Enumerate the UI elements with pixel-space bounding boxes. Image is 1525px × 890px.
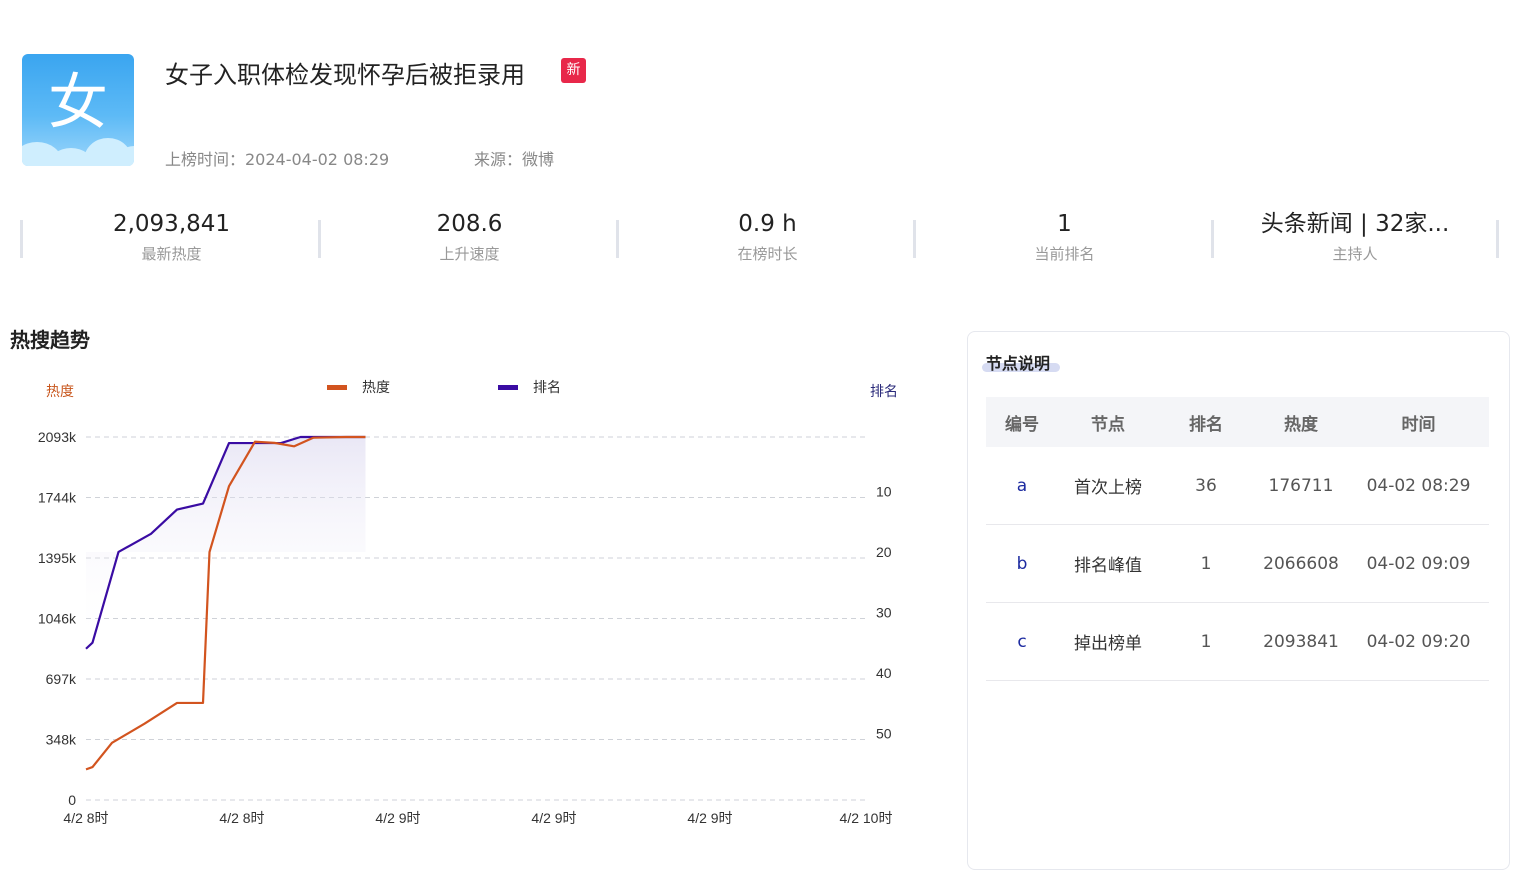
stat-label: 最新热度 [141, 245, 202, 263]
stat-current-rank: 1 当前排名 [916, 205, 1213, 265]
x-tick-label: 4/2 9时 [687, 810, 732, 826]
y-left-tick-label: 0 [68, 792, 76, 808]
stat-value: 208.6 [436, 211, 503, 237]
node-name: 排名峰值 [1074, 556, 1142, 576]
topic-icon: 女 [22, 54, 134, 166]
x-tick-label: 4/2 8时 [219, 810, 264, 826]
stat-host: 头条新闻 | 32家... 主持人 [1214, 205, 1496, 265]
table-row[interactable]: c 掉出榜单 1 2093841 04-02 09:20 [986, 603, 1489, 681]
column-header: 节点 [1091, 414, 1125, 435]
right-axis-label: 排名 [870, 383, 898, 399]
stat-value: 1 [1057, 211, 1072, 237]
stat-rise-speed: 208.6 上升速度 [321, 205, 618, 265]
node-name: 掉出榜单 [1074, 634, 1142, 654]
node-time: 04-02 08:29 [1366, 475, 1471, 496]
panel-title: 节点说明 [986, 354, 1051, 373]
node-panel: 节点说明 编号 节点 排名 热度 时间 a 首次上榜 36 176711 04-… [967, 331, 1510, 870]
new-badge: 新 [561, 58, 586, 83]
node-rank: 1 [1200, 553, 1212, 574]
column-header: 时间 [1401, 414, 1436, 435]
table-row[interactable]: a 首次上榜 36 176711 04-02 08:29 [986, 447, 1489, 525]
page-title: 女子入职体检发现怀孕后被拒录用 [165, 61, 525, 89]
legend-label-heat[interactable]: 热度 [362, 379, 390, 395]
left-axis-label: 热度 [46, 383, 74, 399]
x-tick-label: 4/2 10时 [840, 810, 893, 826]
y-right-tick-label: 40 [876, 665, 892, 681]
y-left-tick-label: 1395k [38, 550, 77, 566]
stat-value: 2,093,841 [112, 211, 231, 237]
node-id: b [1016, 553, 1028, 574]
y-left-tick-label: 1744k [38, 490, 77, 506]
y-right-tick-label: 10 [876, 483, 892, 499]
listed-time: 上榜时间：2024-04-02 08:29 [165, 150, 390, 169]
stat-value[interactable]: 头条新闻 | 32家... [1214, 205, 1496, 243]
stat-label: 主持人 [1332, 245, 1378, 263]
node-time: 04-02 09:09 [1366, 553, 1471, 574]
table-header: 编号 节点 排名 热度 时间 [986, 397, 1489, 447]
node-table: 编号 节点 排名 热度 时间 a 首次上榜 36 176711 04-02 08… [986, 397, 1489, 681]
node-time: 04-02 09:20 [1366, 631, 1471, 652]
source-label: 来源：微博 [474, 150, 555, 169]
node-heat: 2093841 [1263, 631, 1339, 652]
section-title-trend: 热搜趋势 [10, 328, 90, 352]
divider [1496, 220, 1499, 258]
stat-latest-heat: 2,093,841 最新热度 [23, 205, 320, 265]
column-header: 排名 [1189, 414, 1223, 435]
node-heat: 176711 [1268, 475, 1334, 496]
node-id: c [1017, 631, 1027, 652]
y-left-tick-label: 697k [46, 671, 77, 687]
node-name: 首次上榜 [1074, 478, 1142, 498]
y-right-tick-label: 50 [876, 725, 892, 741]
column-header: 编号 [1005, 414, 1039, 435]
node-id: a [1016, 475, 1028, 496]
y-left-tick-label: 1046k [38, 611, 77, 627]
node-rank: 1 [1200, 631, 1212, 652]
table-row[interactable]: b 排名峰值 1 2066608 04-02 09:09 [986, 525, 1489, 603]
y-right-tick-label: 20 [876, 544, 892, 560]
y-left-tick-label: 2093k [38, 429, 77, 445]
node-rank: 36 [1195, 475, 1217, 496]
column-header: 热度 [1284, 414, 1318, 435]
stat-label: 上升速度 [439, 245, 500, 263]
legend[interactable]: 热度 排名 [327, 379, 561, 395]
trend-chart[interactable]: 热度 排名 热度 排名 0 348k 697k 1046k 1395k 1744k 2093… [0, 370, 930, 840]
stat-label: 在榜时长 [737, 245, 798, 263]
x-tick-label: 4/2 9时 [375, 810, 420, 826]
y-left-tick-label: 348k [46, 732, 77, 748]
stat-label: 当前排名 [1034, 245, 1095, 263]
x-tick-label: 4/2 8时 [63, 810, 108, 826]
legend-swatch-heat [327, 385, 347, 390]
legend-label-rank[interactable]: 排名 [533, 379, 561, 395]
node-heat: 2066608 [1263, 553, 1339, 574]
stat-duration: 0.9 h 在榜时长 [619, 205, 916, 265]
stat-value: 0.9 h [738, 211, 797, 237]
x-tick-label: 4/2 9时 [531, 810, 576, 826]
legend-swatch-rank [498, 385, 518, 390]
rank-area-fill [86, 437, 366, 649]
y-right-tick-label: 30 [876, 604, 892, 620]
topic-icon-char: 女 [48, 68, 108, 138]
